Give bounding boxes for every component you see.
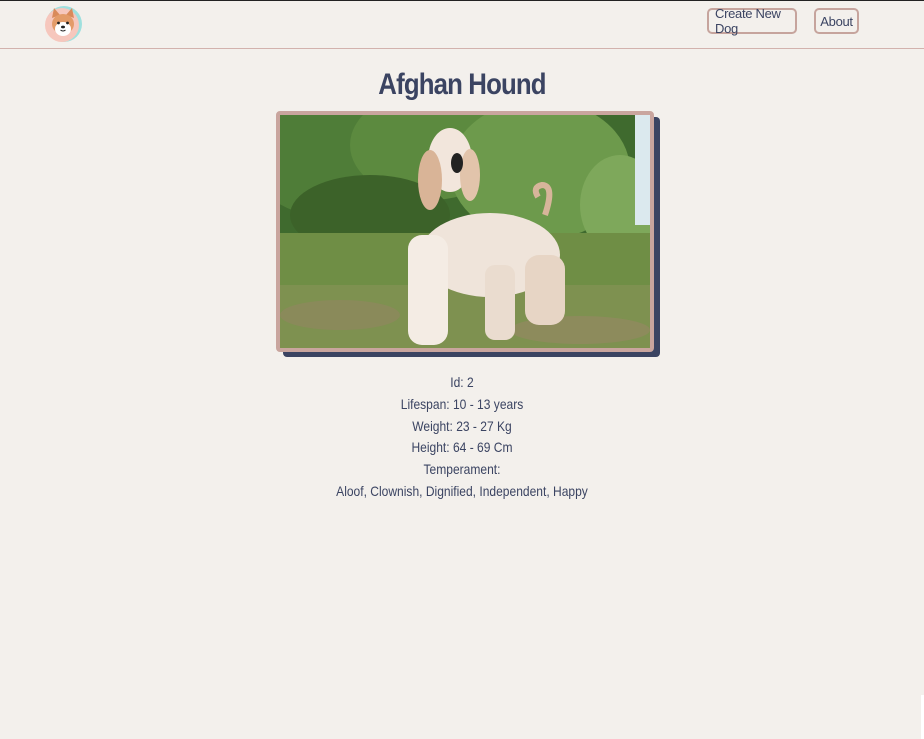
detail-label: Id: [450, 374, 464, 390]
dog-details: Id: 2 Lifespan: 10 - 13 years Weight: 23… [0, 372, 924, 503]
detail-label: Lifespan: [400, 395, 450, 412]
detail-value: 64 - 69 Cm [452, 439, 513, 456]
dog-photo [276, 111, 654, 352]
navbar: Create New Dog About [0, 1, 924, 49]
temperament-list: Aloof, Clownish, Dignified, Independent,… [336, 482, 588, 499]
detail-weight: Weight: 23 - 27 Kg [65, 416, 860, 438]
detail-label: Height: [411, 439, 450, 456]
page-title: Afghan Hound [378, 68, 546, 101]
detail-value: 2 [467, 374, 474, 390]
dog-face-icon[interactable] [45, 5, 83, 43]
detail-value: 23 - 27 Kg [456, 417, 512, 434]
detail-temperament-label: Temperament: [65, 459, 860, 481]
detail-label: Weight: [412, 417, 453, 434]
detail-id: Id: 2 [65, 372, 860, 394]
detail-value: 10 - 13 years [452, 395, 524, 412]
create-new-dog-button[interactable]: Create New Dog [707, 6, 797, 36]
detail-lifespan: Lifespan: 10 - 13 years [65, 394, 860, 416]
detail-label: Temperament: [423, 461, 501, 478]
about-button[interactable]: About [814, 8, 859, 34]
detail-height: Height: 64 - 69 Cm [65, 437, 860, 459]
